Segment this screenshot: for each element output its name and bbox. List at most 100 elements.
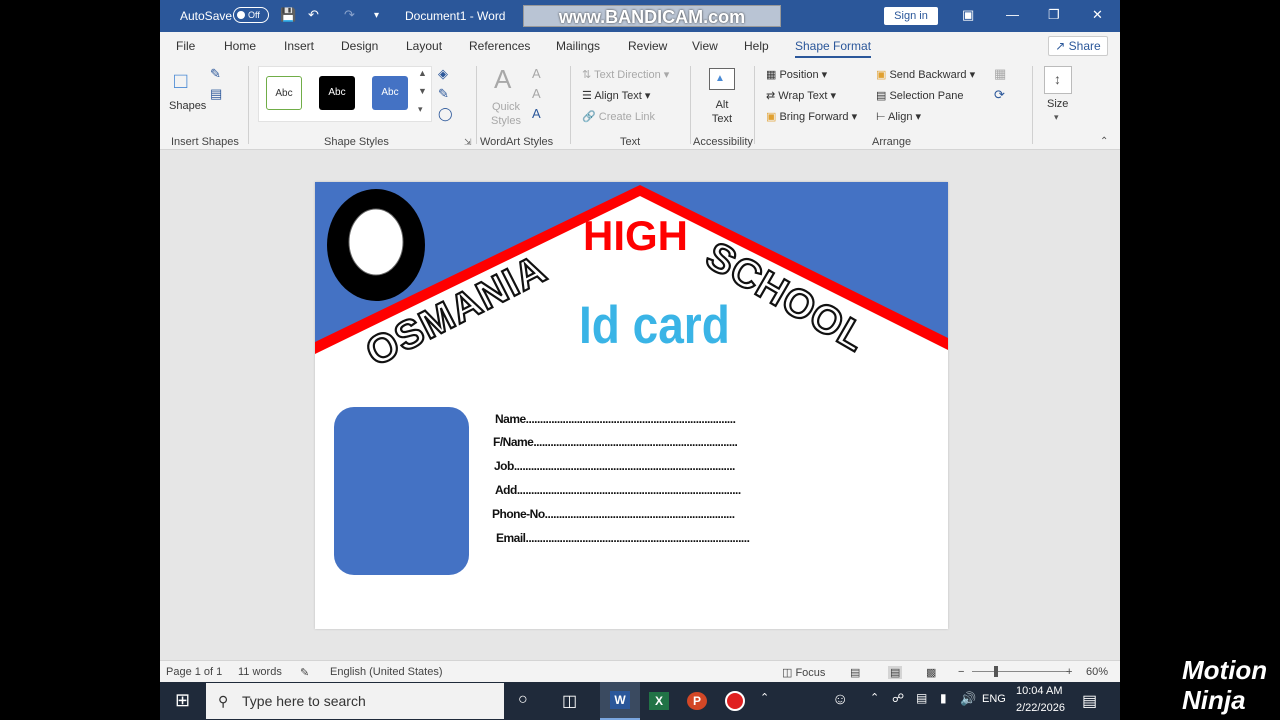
ribbon-display-icon[interactable]: ▣ <box>962 7 974 23</box>
create-link-button[interactable]: 🔗 Create Link <box>582 110 655 123</box>
bring-forward-button[interactable]: ▣ Bring Forward ▾ <box>766 110 857 123</box>
group-objects-icon[interactable]: ▦ <box>994 66 1006 82</box>
tab-layout[interactable]: Layout <box>406 39 442 53</box>
tab-help[interactable]: Help <box>744 39 769 53</box>
page-count[interactable]: Page 1 of 1 <box>166 666 222 678</box>
tab-home[interactable]: Home <box>224 39 256 53</box>
tab-view[interactable]: View <box>692 39 718 53</box>
text-effects-icon[interactable]: A <box>532 106 541 121</box>
size-icon[interactable]: ↕ <box>1044 66 1072 94</box>
gallery-scroll-up-icon[interactable]: ▲ <box>418 68 427 78</box>
wrap-text-label: Wrap Text <box>778 90 828 102</box>
taskbar-search-input[interactable]: ⚲ Type here to search <box>206 683 504 719</box>
zoom-slider[interactable] <box>972 671 1068 672</box>
windows-start-icon[interactable]: ⊞ <box>175 690 190 711</box>
tab-mailings[interactable]: Mailings <box>556 39 600 53</box>
zoom-slider-thumb[interactable] <box>994 666 998 677</box>
save-icon[interactable]: 💾 <box>280 7 296 23</box>
volume-icon[interactable]: 🔊 <box>960 691 976 707</box>
autosave-label: AutoSave <box>180 9 233 23</box>
quick-styles-icon[interactable]: A <box>494 64 511 95</box>
tab-review[interactable]: Review <box>628 39 667 53</box>
group-shape-styles: Shape Styles <box>324 136 389 148</box>
autosave-toggle[interactable]: Off <box>233 7 269 23</box>
customize-qat-icon[interactable]: ▾ <box>374 10 379 21</box>
align-text-label: Align Text <box>594 90 642 102</box>
print-layout-icon[interactable]: ▤ <box>888 666 903 679</box>
people-icon[interactable]: ☺ <box>832 691 848 709</box>
input-language[interactable]: ENG <box>982 693 1006 705</box>
zoom-in-icon[interactable]: + <box>1066 666 1072 678</box>
document-area[interactable]: OSMANIA HIGH SCHOOL Id card Name........… <box>160 150 1120 660</box>
battery-icon[interactable]: ▮ <box>940 691 947 705</box>
restore-icon[interactable]: ❐ <box>1048 7 1060 23</box>
clock-time[interactable]: 10:04 AM <box>1016 685 1062 697</box>
proofing-icon[interactable]: ✎ <box>300 666 309 679</box>
web-layout-icon[interactable]: ▩ <box>926 666 936 679</box>
text-direction-label: Text Direction <box>594 69 661 81</box>
text-box-icon[interactable]: ▤ <box>210 86 222 102</box>
minimize-icon[interactable]: — <box>1006 7 1019 22</box>
hidden-icons-chevron-icon[interactable]: ⌃ <box>870 691 879 704</box>
word-taskbar-button[interactable]: W <box>600 682 640 720</box>
sign-in-button[interactable]: Sign in <box>884 7 938 25</box>
shape-style-blue[interactable]: Abc <box>372 76 408 110</box>
shape-style-black[interactable]: Abc <box>319 76 355 110</box>
notifications-icon[interactable]: ▤ <box>1082 691 1097 711</box>
read-mode-icon[interactable]: ▤ <box>850 666 860 679</box>
motion-ninja-watermark: Motion Ninja <box>1128 655 1267 715</box>
overflow-chevron-icon[interactable]: ⌃ <box>760 691 769 704</box>
rotate-icon[interactable]: ⟳ <box>994 87 1005 103</box>
tab-file[interactable]: File <box>176 39 195 53</box>
focus-label: Focus <box>795 667 826 679</box>
focus-button[interactable]: ◫ Focus <box>782 666 825 679</box>
text-outline-icon[interactable]: A <box>532 86 541 101</box>
system-tray-icon[interactable]: ☍ <box>892 691 904 705</box>
watermark-line1: Motion <box>1182 655 1268 685</box>
tab-design[interactable]: Design <box>341 39 378 53</box>
text-direction-button[interactable]: ⇅ Text Direction ▾ <box>582 68 669 81</box>
tab-references[interactable]: References <box>469 39 530 53</box>
gallery-more-icon[interactable]: ▾ <box>418 104 423 115</box>
excel-app-icon[interactable]: X <box>649 692 669 710</box>
cortana-icon[interactable]: ○ <box>518 691 528 709</box>
word-window: AutoSave Off 💾 ↶ ↷ ▾ Document1 - Word ww… <box>160 0 1120 682</box>
shape-effects-icon[interactable]: ◯ <box>438 106 453 122</box>
network-icon[interactable]: ▤ <box>916 691 927 705</box>
tab-insert[interactable]: Insert <box>284 39 314 53</box>
shapes-icon: □ <box>174 68 188 93</box>
collapse-ribbon-icon[interactable]: ⌃ <box>1100 136 1108 147</box>
share-button[interactable]: ↗ Share <box>1048 36 1108 56</box>
align-text-button[interactable]: ☰ Align Text ▾ <box>582 89 650 102</box>
id-card-page[interactable]: OSMANIA HIGH SCHOOL Id card Name........… <box>315 182 948 629</box>
close-icon[interactable]: ✕ <box>1092 7 1103 23</box>
shapes-gallery[interactable]: □ <box>174 68 202 93</box>
dialog-launcher-icon[interactable]: ⇲ <box>464 137 472 148</box>
send-backward-button[interactable]: ▣ Send Backward ▾ <box>876 68 975 81</box>
alt-text-icon[interactable]: ▲ <box>709 68 735 90</box>
language[interactable]: English (United States) <box>330 666 443 678</box>
gallery-scroll-down-icon[interactable]: ▼ <box>418 86 427 96</box>
undo-icon[interactable]: ↶ <box>308 7 319 23</box>
shape-fill-icon[interactable]: ◈ <box>438 66 448 82</box>
word-count[interactable]: 11 words <box>238 666 282 678</box>
tab-shape-format[interactable]: Shape Format <box>795 39 872 58</box>
send-backward-label: Send Backward <box>889 69 967 81</box>
shape-style-white[interactable]: Abc <box>266 76 302 110</box>
size-dropdown-icon[interactable]: ▾ <box>1054 112 1059 123</box>
bandicam-record-icon[interactable] <box>725 691 745 711</box>
selection-pane-button[interactable]: ▤ Selection Pane <box>876 89 963 102</box>
position-button[interactable]: ▦ Position ▾ <box>766 68 827 81</box>
redo-icon[interactable]: ↷ <box>344 7 355 23</box>
align-button[interactable]: ⊢ Align ▾ <box>876 110 921 123</box>
powerpoint-app-icon[interactable]: P <box>687 692 707 710</box>
zoom-out-icon[interactable]: − <box>958 666 964 678</box>
clock-date[interactable]: 2/22/2026 <box>1016 702 1065 714</box>
wrap-text-button[interactable]: ⇄ Wrap Text ▾ <box>766 89 836 102</box>
edit-shape-icon[interactable]: ✎ <box>210 66 221 82</box>
task-view-icon[interactable]: ◫ <box>562 691 577 711</box>
shape-outline-icon[interactable]: ✎ <box>438 86 449 102</box>
text-fill-icon[interactable]: A <box>532 66 541 81</box>
zoom-level[interactable]: 60% <box>1086 666 1108 678</box>
title-bar: AutoSave Off 💾 ↶ ↷ ▾ Document1 - Word ww… <box>160 0 1120 32</box>
